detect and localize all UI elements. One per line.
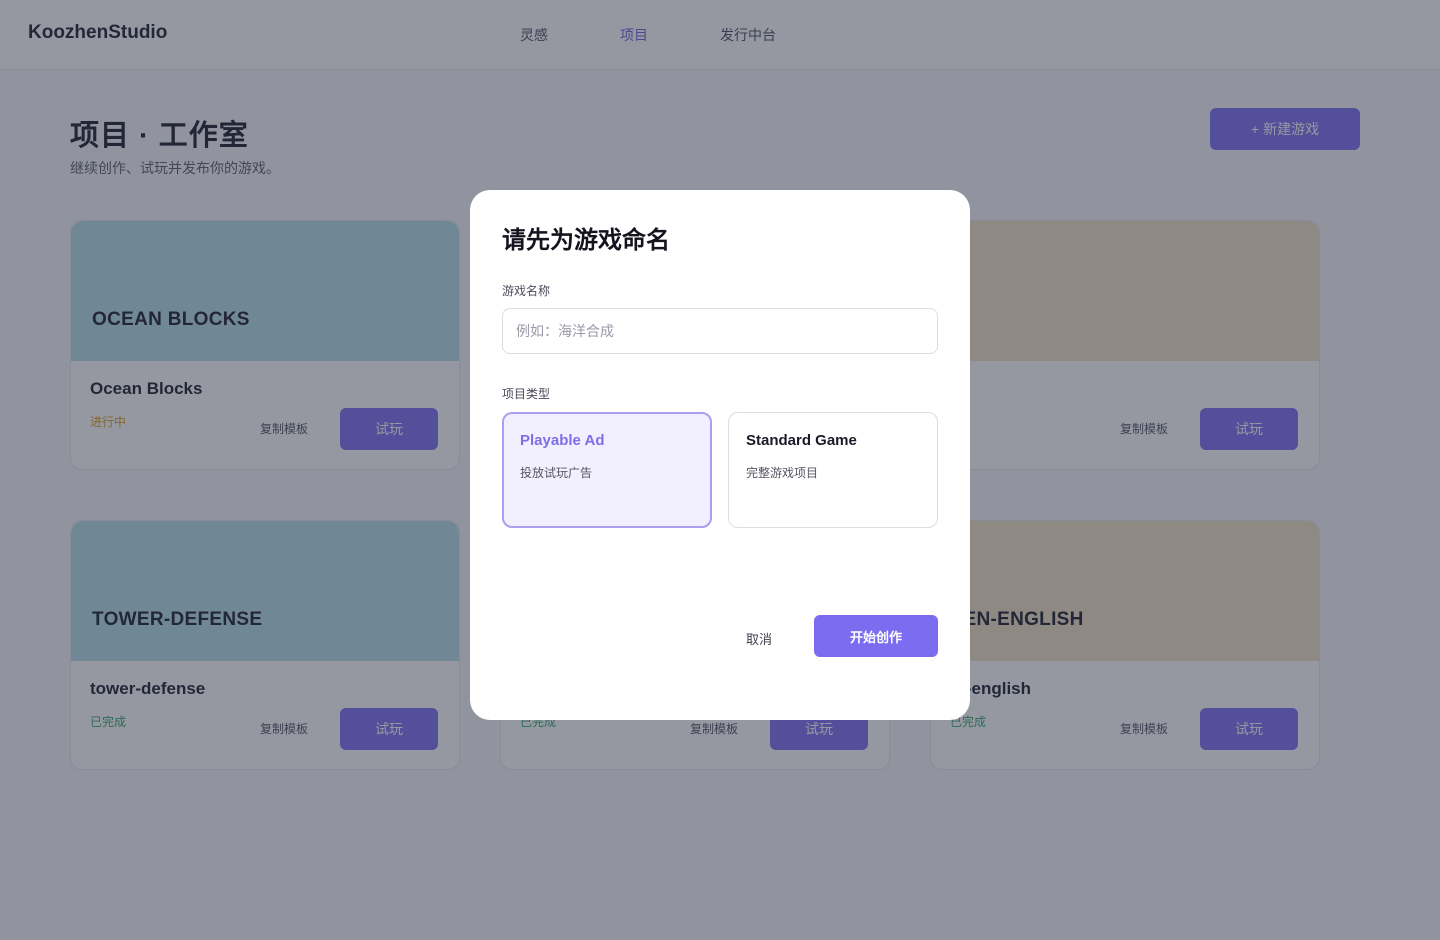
- type-option-playable-ad[interactable]: Playable Ad 投放试玩广告: [502, 412, 712, 528]
- type-option-title: Playable Ad: [520, 432, 605, 449]
- type-option-standard-game[interactable]: Standard Game 完整游戏项目: [728, 412, 938, 528]
- cancel-button[interactable]: 取消: [746, 629, 772, 648]
- start-creating-button[interactable]: 开始创作: [814, 615, 938, 657]
- type-option-description: 完整游戏项目: [746, 466, 819, 480]
- type-option-description: 投放试玩广告: [520, 466, 593, 480]
- game-name-input[interactable]: [502, 308, 938, 354]
- dialog-title: 请先为游戏命名: [502, 227, 670, 254]
- game-name-label: 游戏名称: [502, 284, 551, 298]
- name-game-dialog: 请先为游戏命名 游戏名称 项目类型 Playable Ad 投放试玩广告 Sta…: [470, 190, 970, 720]
- project-type-label: 项目类型: [502, 387, 551, 401]
- type-option-title: Standard Game: [746, 432, 857, 449]
